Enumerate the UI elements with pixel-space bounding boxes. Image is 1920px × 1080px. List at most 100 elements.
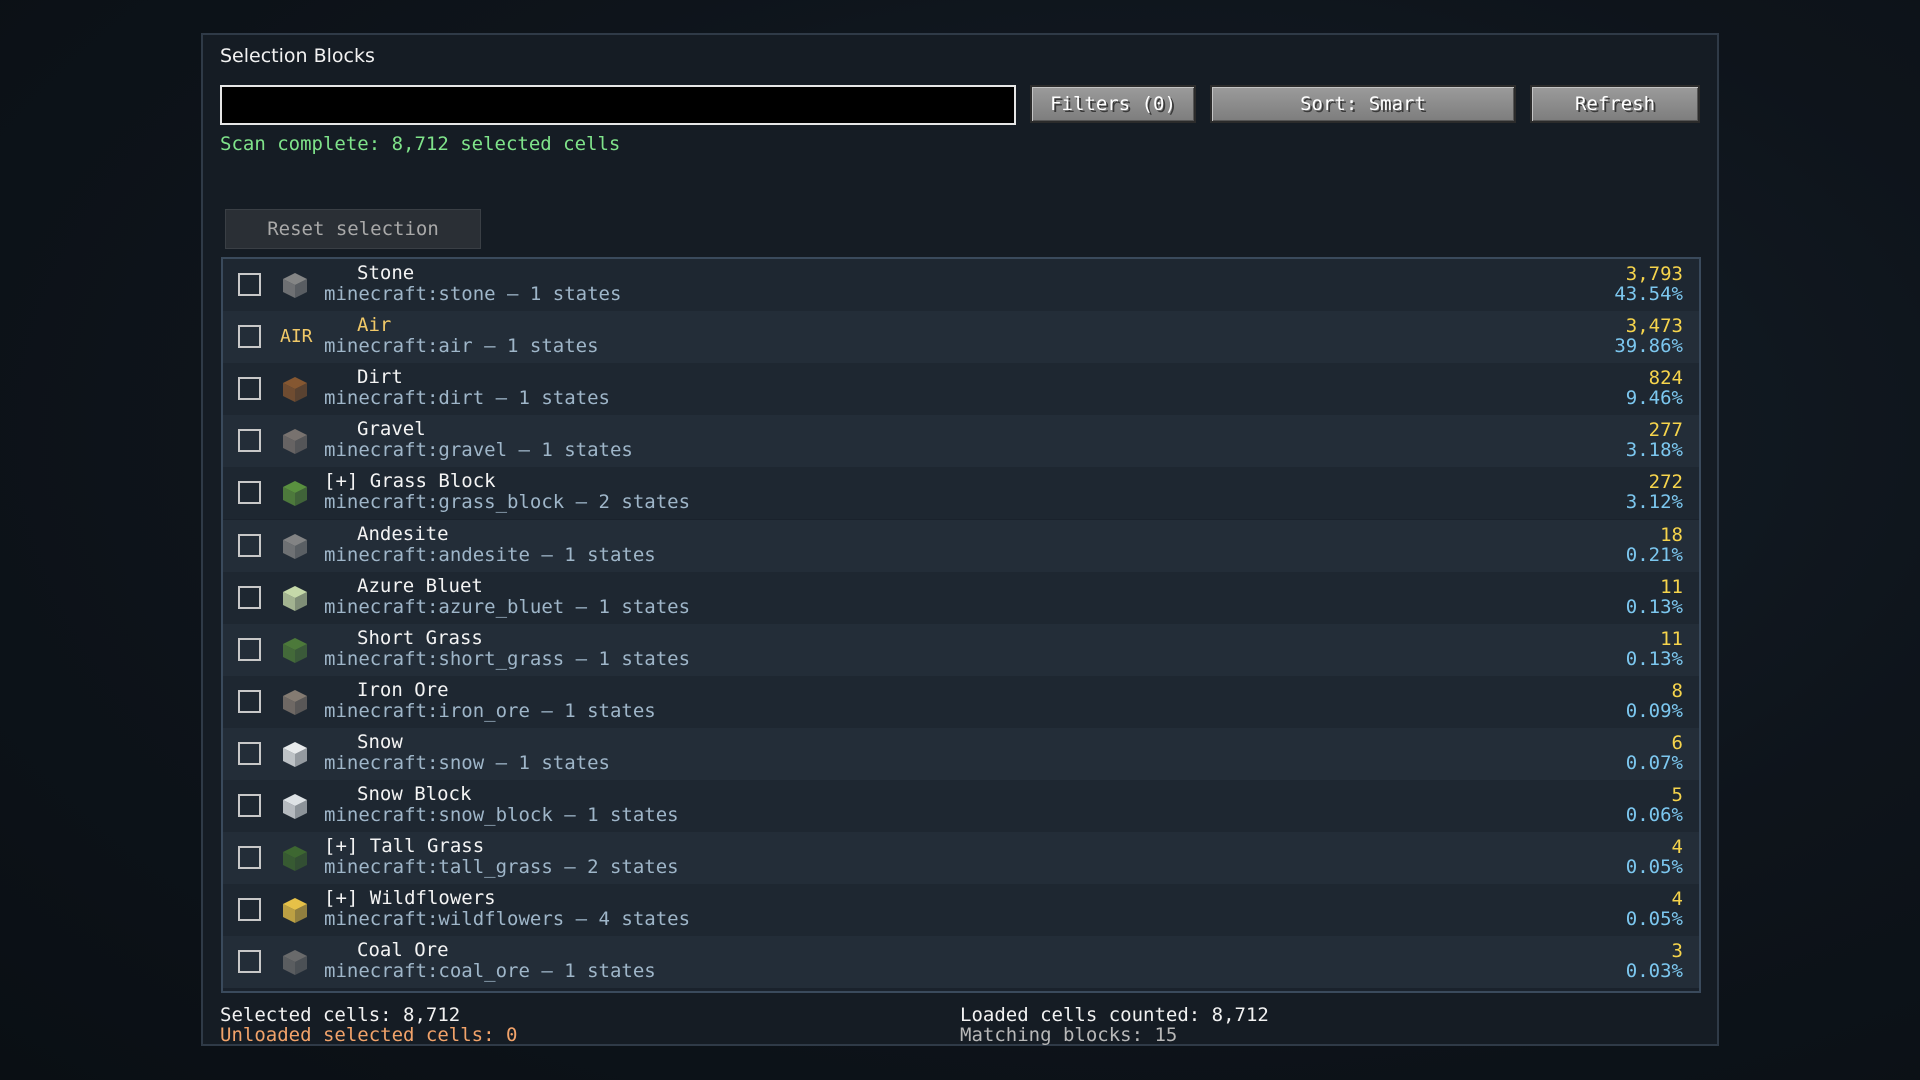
block-count: 6 — [1671, 731, 1683, 754]
row-checkbox[interactable] — [238, 950, 261, 974]
block-count: 4 — [1671, 888, 1683, 911]
row-checkbox[interactable] — [238, 741, 261, 765]
block-count: 18 — [1660, 523, 1683, 546]
block-row[interactable]: [+] Tall Grass minecraft:tall_grass – 2 s… — [223, 832, 1699, 885]
block-percent: 9.46% — [1625, 387, 1683, 410]
block-count: 4 — [1671, 836, 1683, 859]
block-name: [+] Wildflowers — [324, 887, 496, 910]
block-row[interactable]: Dirt minecraft:dirt – 1 states 824 9.46% — [223, 363, 1699, 416]
block-row[interactable]: Snow Block minecraft:snow_block – 1 state… — [223, 780, 1699, 832]
block-percent: 0.03% — [1625, 960, 1683, 983]
block-row[interactable]: Coal Ore minecraft:coal_ore – 1 states 3 0.… — [223, 936, 1699, 989]
search-input[interactable] — [220, 85, 1016, 125]
block-percent: 43.54% — [1614, 283, 1683, 305]
filters-button[interactable]: Filters (0) — [1030, 85, 1196, 123]
unloaded-cells-label: Unloaded selected cells: 0 — [220, 1024, 518, 1046]
block-id: minecraft:gravel – 1 states — [324, 439, 633, 462]
block-percent: 0.07% — [1625, 751, 1683, 774]
block-id: minecraft:dirt – 1 states — [324, 387, 610, 410]
block-count: 3,473 — [1625, 315, 1683, 338]
row-checkbox[interactable] — [238, 689, 261, 713]
snow-block-icon — [280, 791, 310, 821]
block-list[interactable]: Stone minecraft:stone – 1 states 3,793 43.5… — [221, 257, 1701, 993]
block-row[interactable]: Iron Ore minecraft:iron_ore – 1 states 8 0.… — [223, 675, 1699, 728]
block-count: 11 — [1660, 627, 1683, 650]
iron-ore-icon — [280, 687, 310, 717]
gravel-icon — [280, 426, 310, 456]
block-percent: 0.05% — [1625, 856, 1683, 879]
block-name: Short Grass — [357, 626, 483, 649]
block-name: Dirt — [357, 366, 403, 389]
block-id: minecraft:tall_grass – 2 states — [324, 856, 679, 879]
block-id: minecraft:air – 1 states — [324, 335, 599, 358]
block-name: Azure Bluet — [357, 574, 483, 597]
block-percent: 0.13% — [1625, 595, 1683, 618]
refresh-button[interactable]: Refresh — [1530, 85, 1700, 123]
air-icon: AIR — [280, 326, 313, 348]
block-count: 3 — [1671, 940, 1683, 963]
block-percent: 0.05% — [1625, 908, 1683, 931]
block-name: Andesite — [357, 522, 449, 545]
coal-ore-icon — [280, 947, 310, 977]
dirt-icon — [280, 374, 310, 404]
block-id: minecraft:stone – 1 states — [324, 283, 622, 305]
snow-icon — [280, 739, 310, 769]
block-row[interactable]: Gravel minecraft:gravel – 1 states 277 3.18… — [223, 415, 1699, 468]
row-checkbox[interactable] — [238, 325, 261, 349]
block-count: 5 — [1671, 784, 1683, 806]
short-grass-icon — [280, 635, 310, 665]
tall-grass-icon — [280, 843, 310, 873]
block-count: 272 — [1648, 471, 1683, 494]
row-checkbox[interactable] — [238, 637, 261, 661]
block-row[interactable]: Andesite minecraft:andesite – 1 states 18 0… — [223, 519, 1699, 572]
andesite-icon — [280, 531, 310, 561]
selected-cells-label: Selected cells: 8,712 — [220, 1004, 461, 1026]
grass-block-icon — [280, 478, 310, 508]
block-count: 824 — [1648, 367, 1683, 390]
block-name: Air — [357, 314, 392, 337]
block-name: Snow Block — [357, 783, 472, 805]
block-percent: 0.21% — [1625, 543, 1683, 566]
block-id: minecraft:grass_block – 2 states — [324, 491, 691, 514]
reset-selection-button[interactable]: Reset selection — [225, 209, 481, 249]
block-percent: 0.06% — [1625, 804, 1683, 826]
scan-status: Scan complete: 8,712 selected cells — [220, 133, 621, 155]
row-checkbox[interactable] — [238, 481, 261, 505]
block-name: Stone — [357, 262, 415, 284]
row-checkbox[interactable] — [238, 377, 261, 401]
block-row[interactable]: [+] Grass Block minecraft:grass_block – 2… — [223, 467, 1699, 520]
block-percent: 39.86% — [1614, 335, 1683, 358]
block-row[interactable]: Stone minecraft:stone – 1 states 3,793 43.5… — [223, 259, 1699, 311]
row-checkbox[interactable] — [238, 273, 261, 296]
block-name: Coal Ore — [357, 939, 449, 962]
row-checkbox[interactable] — [238, 794, 261, 817]
block-id: minecraft:wildflowers – 4 states — [324, 908, 691, 931]
row-checkbox[interactable] — [238, 846, 261, 870]
block-id: minecraft:short_grass – 1 states — [324, 647, 691, 670]
row-checkbox[interactable] — [238, 898, 261, 922]
block-name: Iron Ore — [357, 678, 449, 701]
block-id: minecraft:snow – 1 states — [324, 751, 610, 774]
block-row[interactable]: Snow minecraft:snow – 1 states 6 0.07% — [223, 727, 1699, 780]
stone-icon — [280, 270, 310, 300]
block-id: minecraft:coal_ore – 1 states — [324, 960, 656, 983]
row-checkbox[interactable] — [238, 533, 261, 557]
selection-blocks-panel: Selection Blocks Filters (0) Sort: Smart… — [201, 33, 1719, 1046]
sort-button[interactable]: Sort: Smart — [1210, 85, 1516, 123]
block-count: 11 — [1660, 575, 1683, 598]
block-name: Gravel — [357, 418, 426, 441]
block-row[interactable]: Short Grass minecraft:short_grass – 1 sta… — [223, 623, 1699, 676]
row-checkbox[interactable] — [238, 585, 261, 609]
block-name: [+] Tall Grass — [324, 835, 485, 858]
block-row[interactable]: Azure Bluet minecraft:azure_bluet – 1 sta… — [223, 571, 1699, 624]
wildflowers-icon — [280, 895, 310, 925]
azure-bluet-icon — [280, 583, 310, 613]
row-checkbox[interactable] — [238, 429, 261, 453]
block-id: minecraft:andesite – 1 states — [324, 543, 656, 566]
block-count: 8 — [1671, 679, 1683, 702]
block-percent: 3.18% — [1625, 439, 1683, 462]
block-percent: 0.13% — [1625, 647, 1683, 670]
block-name: [+] Grass Block — [324, 470, 496, 493]
block-row[interactable]: [+] Wildflowers minecraft:wildflowers – 4… — [223, 884, 1699, 937]
block-row[interactable]: AIR Air minecraft:air – 1 states 3,473 39.86… — [223, 311, 1699, 364]
